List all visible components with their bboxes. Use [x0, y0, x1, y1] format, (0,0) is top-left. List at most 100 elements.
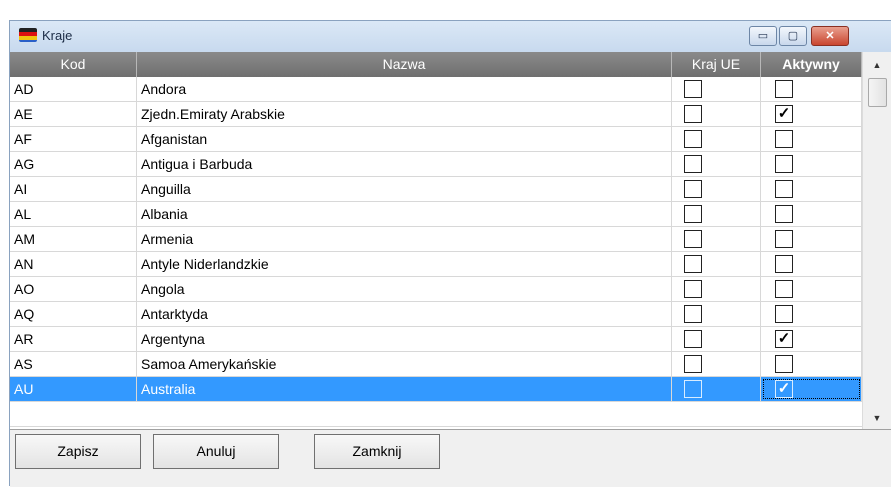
cell-kraj-ue[interactable] — [672, 202, 761, 226]
column-header-nazwa[interactable]: Nazwa — [137, 52, 672, 77]
kraj-ue-checkbox[interactable] — [684, 230, 702, 248]
close-window-button[interactable]: Zamknij — [314, 434, 440, 469]
cell-nazwa[interactable]: Anguilla — [137, 177, 672, 201]
table-row[interactable]: AD Andora — [10, 77, 862, 102]
cell-kraj-ue[interactable] — [672, 327, 761, 351]
cell-aktywny[interactable] — [761, 302, 862, 326]
cell-nazwa[interactable]: Afganistan — [137, 127, 672, 151]
cell-aktywny[interactable] — [761, 77, 862, 101]
cell-nazwa[interactable]: Andora — [137, 77, 672, 101]
aktywny-checkbox[interactable] — [775, 130, 793, 148]
cell-nazwa[interactable]: Zjedn.Emiraty Arabskie — [137, 102, 672, 126]
cell-nazwa[interactable]: Antyle Niderlandzkie — [137, 252, 672, 276]
table-row[interactable]: AG Antigua i Barbuda — [10, 152, 862, 177]
kraj-ue-checkbox[interactable] — [684, 180, 702, 198]
maximize-button[interactable]: ▢ — [779, 26, 807, 46]
cell-kod[interactable]: AD — [10, 77, 137, 101]
vertical-scrollbar[interactable]: ▲ ▼ — [862, 52, 891, 429]
table-row[interactable]: AF Afganistan — [10, 127, 862, 152]
cell-kraj-ue[interactable] — [672, 377, 761, 401]
aktywny-checkbox[interactable] — [775, 180, 793, 198]
cell-kod[interactable]: AS — [10, 352, 137, 376]
cell-kraj-ue[interactable] — [672, 77, 761, 101]
aktywny-checkbox[interactable] — [775, 155, 793, 173]
kraj-ue-checkbox[interactable] — [684, 380, 702, 398]
column-header-kod[interactable]: Kod — [10, 52, 137, 77]
table-row[interactable]: AL Albania — [10, 202, 862, 227]
column-header-kraj-ue[interactable]: Kraj UE — [672, 52, 761, 77]
aktywny-checkbox[interactable] — [775, 355, 793, 373]
title-bar[interactable]: Kraje ▭ ▢ ✕ — [10, 21, 891, 53]
kraj-ue-checkbox[interactable] — [684, 255, 702, 273]
cell-nazwa[interactable]: Albania — [137, 202, 672, 226]
countries-grid[interactable]: Kod Nazwa Kraj UE Aktywny AD Andora AE Zjed… — [10, 52, 891, 429]
cell-kraj-ue[interactable] — [672, 127, 761, 151]
cell-nazwa[interactable]: Angola — [137, 277, 672, 301]
cell-kraj-ue[interactable] — [672, 102, 761, 126]
table-row-partial[interactable] — [10, 402, 862, 427]
cell-nazwa[interactable]: Argentyna — [137, 327, 672, 351]
kraj-ue-checkbox[interactable] — [684, 355, 702, 373]
aktywny-checkbox[interactable]: ✓ — [775, 380, 793, 398]
aktywny-checkbox[interactable] — [775, 280, 793, 298]
table-row[interactable]: AO Angola — [10, 277, 862, 302]
save-button[interactable]: Zapisz — [15, 434, 141, 469]
cell-kod[interactable]: AO — [10, 277, 137, 301]
cell-kod[interactable]: AM — [10, 227, 137, 251]
table-row[interactable]: AE Zjedn.Emiraty Arabskie ✓ — [10, 102, 862, 127]
aktywny-checkbox[interactable]: ✓ — [775, 105, 793, 123]
cell-nazwa[interactable]: Antigua i Barbuda — [137, 152, 672, 176]
cell-kraj-ue[interactable] — [672, 352, 761, 376]
aktywny-checkbox[interactable]: ✓ — [775, 330, 793, 348]
kraj-ue-checkbox[interactable] — [684, 305, 702, 323]
cancel-button[interactable]: Anuluj — [153, 434, 279, 469]
kraj-ue-checkbox[interactable] — [684, 330, 702, 348]
table-row[interactable]: AI Anguilla — [10, 177, 862, 202]
cell-aktywny[interactable] — [761, 252, 862, 276]
scroll-up-icon[interactable]: ▲ — [863, 55, 891, 75]
close-button[interactable]: ✕ — [811, 26, 849, 46]
scroll-thumb[interactable] — [868, 78, 887, 107]
cell-kod[interactable]: AF — [10, 127, 137, 151]
aktywny-checkbox[interactable] — [775, 255, 793, 273]
table-row[interactable]: AM Armenia — [10, 227, 862, 252]
kraj-ue-checkbox[interactable] — [684, 280, 702, 298]
cell-kod[interactable]: AN — [10, 252, 137, 276]
kraj-ue-checkbox[interactable] — [684, 130, 702, 148]
cell-kraj-ue[interactable] — [672, 277, 761, 301]
cell-kraj-ue[interactable] — [672, 302, 761, 326]
aktywny-checkbox[interactable] — [775, 80, 793, 98]
cell-aktywny[interactable]: ✓ — [761, 327, 862, 351]
cell-kod[interactable]: AQ — [10, 302, 137, 326]
table-row[interactable]: AN Antyle Niderlandzkie — [10, 252, 862, 277]
table-row[interactable]: AQ Antarktyda — [10, 302, 862, 327]
cell-kraj-ue[interactable] — [672, 177, 761, 201]
scroll-down-icon[interactable]: ▼ — [863, 408, 891, 428]
kraj-ue-checkbox[interactable] — [684, 155, 702, 173]
table-row[interactable]: AS Samoa Amerykańskie — [10, 352, 862, 377]
cell-kod[interactable]: AG — [10, 152, 137, 176]
cell-kod[interactable]: AL — [10, 202, 137, 226]
kraj-ue-checkbox[interactable] — [684, 205, 702, 223]
cell-nazwa[interactable]: Australia — [137, 377, 672, 401]
cell-aktywny[interactable] — [761, 352, 862, 376]
cell-kraj-ue[interactable] — [672, 252, 761, 276]
cell-aktywny[interactable] — [761, 277, 862, 301]
minimize-button[interactable]: ▭ — [749, 26, 777, 46]
aktywny-checkbox[interactable] — [775, 305, 793, 323]
cell-aktywny[interactable] — [761, 152, 862, 176]
cell-aktywny[interactable]: ✓ — [761, 102, 862, 126]
cell-aktywny[interactable] — [761, 127, 862, 151]
cell-aktywny[interactable] — [761, 227, 862, 251]
cell-kod[interactable]: AR — [10, 327, 137, 351]
cell-kod[interactable]: AE — [10, 102, 137, 126]
column-header-aktywny[interactable]: Aktywny — [761, 52, 862, 77]
kraj-ue-checkbox[interactable] — [684, 80, 702, 98]
cell-kod[interactable]: AI — [10, 177, 137, 201]
cell-aktywny[interactable] — [761, 177, 862, 201]
cell-kraj-ue[interactable] — [672, 152, 761, 176]
cell-nazwa[interactable]: Armenia — [137, 227, 672, 251]
cell-nazwa[interactable]: Antarktyda — [137, 302, 672, 326]
cell-kraj-ue[interactable] — [672, 227, 761, 251]
aktywny-checkbox[interactable] — [775, 205, 793, 223]
